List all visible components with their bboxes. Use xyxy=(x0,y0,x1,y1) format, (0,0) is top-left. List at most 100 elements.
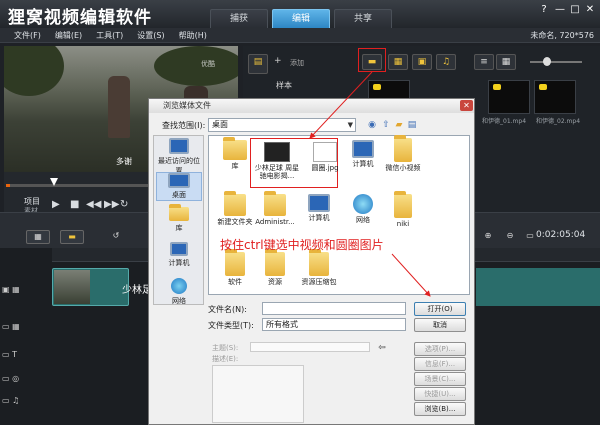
project-info: 未命名, 720*576 xyxy=(530,31,594,40)
voice-track-icon[interactable]: ▭ ◎ xyxy=(2,374,50,388)
tab-capture[interactable]: 捕获 xyxy=(210,9,268,28)
menu-help[interactable]: 帮助(H) xyxy=(179,30,207,41)
place-computer[interactable]: 计算机 xyxy=(156,242,202,268)
filename-input[interactable] xyxy=(262,302,406,315)
file-item-video[interactable]: 少林足球 周星驰电影揭... xyxy=(252,142,302,180)
back-icon[interactable]: ◉ xyxy=(366,119,378,131)
new-folder-icon[interactable]: ▰ xyxy=(393,119,405,131)
look-in-value: 桌面 xyxy=(212,120,228,129)
sample-label: 样本 xyxy=(276,81,292,90)
help-icon[interactable]: ? xyxy=(537,3,551,16)
add-label[interactable]: 添加 xyxy=(290,58,304,68)
timeline-clip[interactable] xyxy=(476,268,600,306)
computer-icon xyxy=(352,140,374,158)
scene-button[interactable]: 场景(C)... xyxy=(414,372,466,386)
place-desktop[interactable]: 桌面 xyxy=(156,172,202,201)
scene-person xyxy=(108,76,130,138)
file-item[interactable]: 计算机 xyxy=(294,194,344,222)
title-track-icon[interactable]: ▭ T xyxy=(2,350,50,364)
restore-icon[interactable]: □ xyxy=(568,3,582,16)
user-folder-icon xyxy=(264,191,286,216)
browse-button[interactable]: 浏览(B)... xyxy=(414,402,466,416)
zoom-slider[interactable] xyxy=(530,61,582,63)
place-libraries[interactable]: 库 xyxy=(156,204,202,233)
place-label: 桌面 xyxy=(172,191,186,199)
media-preview-box xyxy=(212,365,304,423)
audio-filter-icon[interactable]: ♫ xyxy=(436,54,456,70)
undo-icon[interactable]: ↺ xyxy=(104,230,128,244)
shortcut-button[interactable]: 快捷(U)... xyxy=(414,387,466,401)
stop-icon[interactable]: ■ xyxy=(70,199,79,210)
repeat-icon[interactable]: ↻ xyxy=(120,199,128,210)
cancel-button[interactable]: 取消 xyxy=(414,318,466,332)
music-track-icon[interactable]: ▭ ♫ xyxy=(2,396,50,410)
menu-tools[interactable]: 工具(T) xyxy=(96,30,123,41)
description-label: 描述(E): xyxy=(212,355,239,363)
video-icon xyxy=(264,142,290,162)
computer-icon xyxy=(308,194,330,212)
tab-edit[interactable]: 编辑 xyxy=(272,9,330,28)
next-frame-icon[interactable]: ▶▶ xyxy=(104,199,119,210)
prev-frame-icon[interactable]: ◀◀ xyxy=(86,199,101,210)
desktop-icon xyxy=(168,173,190,188)
file-item[interactable]: niki xyxy=(378,191,428,228)
network-icon xyxy=(171,278,187,294)
file-label: 少林足球 周星驰电影揭... xyxy=(254,164,300,180)
file-item[interactable]: 微信小视频 xyxy=(378,135,428,172)
add-icon[interactable]: + xyxy=(274,56,282,66)
zoom-in-icon[interactable]: ⊕ xyxy=(476,230,500,244)
menu-file[interactable]: 文件(F) xyxy=(14,30,41,41)
folder-icon xyxy=(394,135,412,162)
place-recent[interactable]: 最近访问的位置 xyxy=(156,138,202,176)
thumbnail-caption: 和伊德_02.mp4 xyxy=(536,118,581,125)
folder-icon xyxy=(225,249,245,276)
list-view-icon[interactable]: ≡ xyxy=(474,54,494,70)
file-label: 软件 xyxy=(228,278,242,286)
file-label: 计算机 xyxy=(308,214,330,222)
place-network[interactable]: 网络 xyxy=(156,278,202,306)
menu-bar: 文件(F) 编辑(E) 工具(T) 设置(S) 帮助(H) xyxy=(0,28,600,43)
info-button[interactable]: 信息(F)... xyxy=(414,357,466,371)
library-icon[interactable]: ▤ xyxy=(248,54,268,74)
options-button[interactable]: 选项(P)... xyxy=(414,342,466,356)
file-item[interactable]: 资源压缩包 xyxy=(294,249,344,286)
chevron-down-icon: ▼ xyxy=(347,121,353,129)
grid-view-icon[interactable]: ▦ xyxy=(496,54,516,70)
play-icon[interactable]: ▶ xyxy=(52,199,60,210)
close-icon[interactable]: ✕ xyxy=(583,3,597,16)
zoom-slider-handle[interactable] xyxy=(543,57,551,66)
scrubber-progress xyxy=(6,184,10,187)
menu-edit[interactable]: 编辑(E) xyxy=(55,30,82,41)
image-filter-icon[interactable]: ▣ xyxy=(412,54,432,70)
timeline-view-icon[interactable]: ▬ xyxy=(60,230,84,244)
menu-settings[interactable]: 设置(S) xyxy=(137,30,164,41)
image-icon xyxy=(313,142,337,162)
video-subtitle: 多谢 xyxy=(116,157,132,166)
look-in-select[interactable]: 桌面 ▼ xyxy=(208,118,356,132)
file-label: niki xyxy=(396,220,410,228)
file-label: 网络 xyxy=(356,216,370,224)
main-tabs: 捕获 编辑 共享 xyxy=(210,9,396,28)
dialog-close-icon[interactable]: ✕ xyxy=(460,100,473,111)
open-button[interactable]: 打开(O) xyxy=(414,302,466,316)
recent-places-icon xyxy=(169,138,189,154)
filetype-select[interactable]: 所有格式 xyxy=(262,318,406,331)
timecode[interactable]: 0:02:05:04 xyxy=(536,230,585,240)
folder-icon xyxy=(224,191,246,216)
filetype-label: 文件类型(T): xyxy=(208,321,254,330)
file-item[interactable]: 资源 xyxy=(250,249,300,286)
tab-share[interactable]: 共享 xyxy=(334,9,392,28)
library-thumbnail[interactable] xyxy=(534,80,576,114)
storyboard-view-icon[interactable]: ▦ xyxy=(26,230,50,244)
overlay-track-icon[interactable]: ▭ ▦ xyxy=(2,322,50,336)
back-arrow-icon[interactable]: ⇦ xyxy=(376,342,388,354)
minimize-icon[interactable]: — xyxy=(553,3,567,16)
video-watermark: 优酷 xyxy=(201,60,215,68)
view-menu-icon[interactable]: ▤ xyxy=(406,119,418,131)
folder-icon xyxy=(309,249,329,276)
library-thumbnail[interactable] xyxy=(488,80,530,114)
video-track-icon[interactable]: ▣ ▦ xyxy=(2,285,50,299)
video-filter-icon[interactable]: ▦ xyxy=(388,54,408,70)
up-folder-icon[interactable]: ⇧ xyxy=(380,119,392,131)
file-item[interactable]: Administr... xyxy=(250,191,300,226)
